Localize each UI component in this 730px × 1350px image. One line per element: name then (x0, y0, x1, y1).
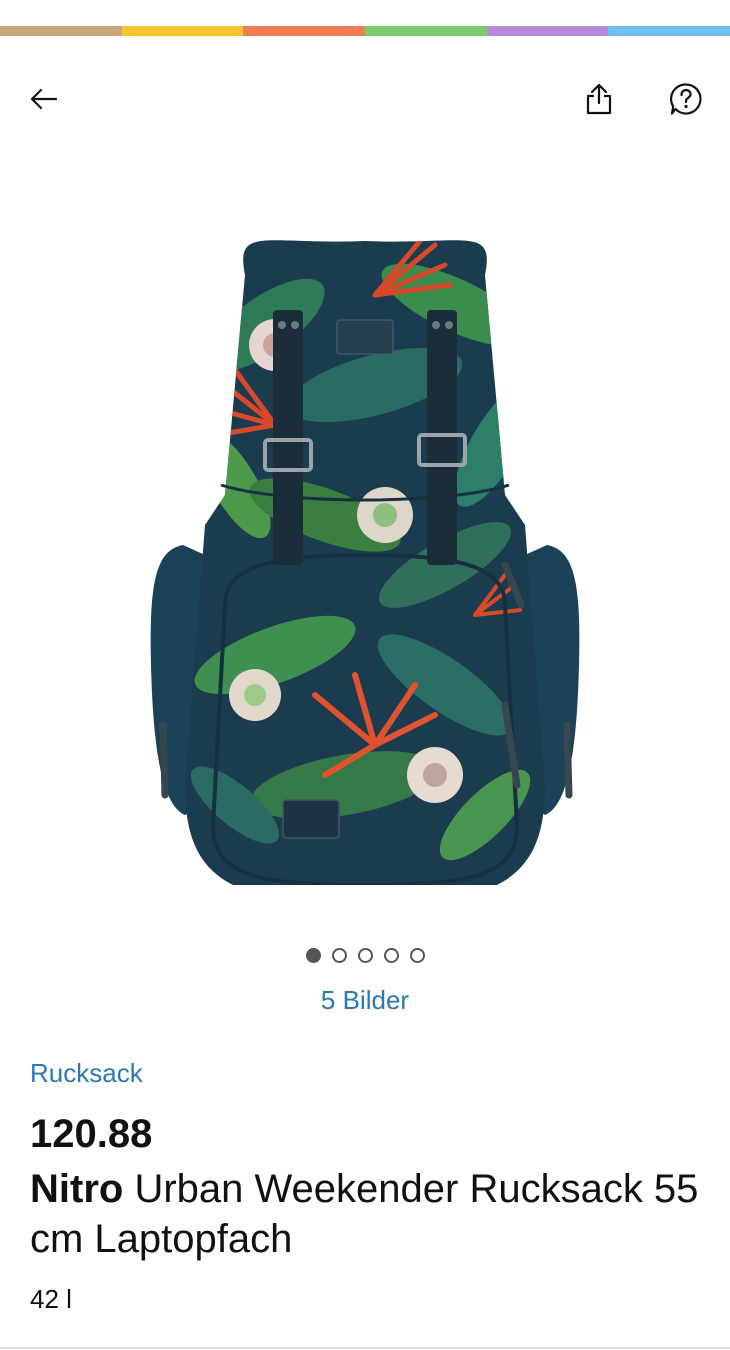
image-count-link[interactable]: 5 Bilder (0, 985, 730, 1016)
divider (0, 1347, 730, 1349)
back-button[interactable] (22, 77, 66, 121)
color-segment (243, 26, 366, 36)
color-segment (486, 26, 609, 36)
share-button[interactable] (577, 77, 621, 121)
color-segment (608, 26, 730, 36)
product-volume: 42 l (30, 1284, 72, 1314)
backpack-image (150, 240, 580, 885)
color-segment (121, 26, 244, 36)
help-icon (670, 83, 702, 115)
product-brand: Nitro (30, 1167, 124, 1211)
product-title: Nitro Urban Weekender Rucksack 55 cm Lap… (30, 1164, 710, 1264)
arrow-left-icon (30, 88, 58, 110)
product-page: 5 Bilder Rucksack 120.88 Nitro Urban Wee… (0, 0, 730, 1350)
pager-dot[interactable] (305, 948, 321, 963)
pager-dot[interactable] (331, 948, 347, 963)
color-segment (365, 26, 487, 36)
pager-dot[interactable] (357, 948, 373, 963)
product-image[interactable] (0, 150, 730, 920)
brand-color-bar (0, 26, 730, 36)
category-link[interactable]: Rucksack (30, 1058, 143, 1089)
product-name: Urban Weekender Rucksack 55 cm Laptopfac… (30, 1167, 699, 1261)
share-icon (586, 83, 612, 115)
help-button[interactable] (664, 77, 708, 121)
pager-dot[interactable] (409, 948, 425, 963)
image-pager (0, 948, 730, 963)
color-segment (0, 26, 122, 36)
product-price: 120.88 (30, 1112, 153, 1156)
pager-dot[interactable] (383, 948, 399, 963)
